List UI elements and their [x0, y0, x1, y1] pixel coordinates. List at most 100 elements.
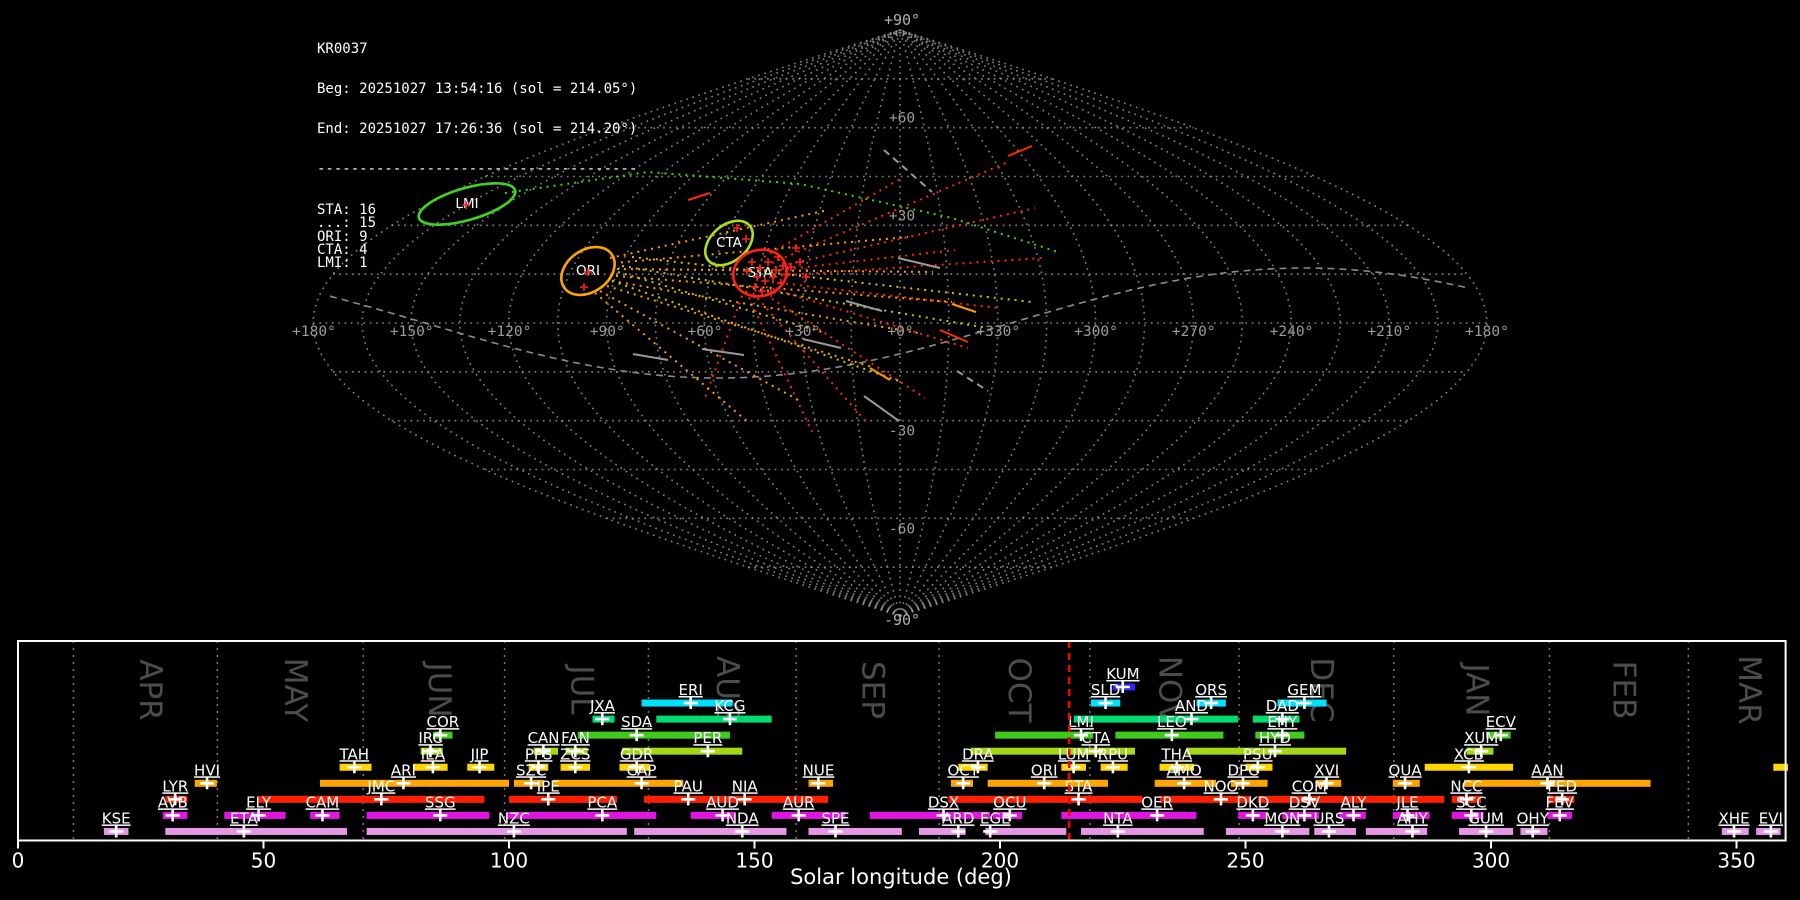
- meteor-plus: [783, 270, 791, 278]
- shower-label: ALY: [1341, 793, 1368, 811]
- shower-label: AHY: [1397, 809, 1429, 827]
- meteor-trail: [845, 300, 883, 312]
- observation-header: KR0037 Beg: 20251027 13:54:16 (sol = 214…: [317, 16, 637, 298]
- shower-label: PER: [693, 729, 722, 747]
- tick-label: 0: [12, 849, 25, 873]
- shower-label: OHY: [1517, 809, 1550, 827]
- shower-label: NZC: [498, 809, 530, 827]
- month-label: APR: [132, 659, 168, 720]
- shower-label: LUM: [1058, 745, 1090, 763]
- shower-label: NTA: [1103, 809, 1133, 827]
- radiant-label: CTA: [716, 235, 743, 251]
- begin-time-line: Beg: 20251027 13:54:16 (sol = 214.05°): [317, 81, 638, 98]
- shower-counts: STA: 16...: 15 ORI: 9 CTA: 4 LMI: 1: [317, 202, 637, 272]
- shower-label: NDA: [726, 809, 760, 827]
- shower-label: SSG: [425, 793, 456, 811]
- meteor-plus: [751, 283, 759, 291]
- meridian-line: [899, 29, 1244, 617]
- lon-label: +240°: [1270, 324, 1314, 340]
- meridian-line: [703, 29, 901, 617]
- shower-bar-nta: [1081, 827, 1204, 835]
- shower-label: SLD: [1091, 681, 1120, 699]
- pole-top-label: +90°: [884, 11, 920, 29]
- end-time-line: End: 20251027 17:26:36 (sol = 214.20°): [317, 121, 638, 138]
- meteor-trail: [704, 295, 743, 399]
- shower-label: OER: [1141, 793, 1173, 811]
- meteor-trail: [863, 395, 900, 422]
- shower-label: XCB: [1454, 745, 1484, 763]
- lat-label: -60: [889, 521, 915, 537]
- shower-bar-and: [1073, 715, 1239, 723]
- meteor-trail: [951, 303, 977, 313]
- meteor-trail: [883, 149, 933, 193]
- shower-label: PCA: [587, 793, 618, 811]
- shower-label: JMC: [366, 777, 395, 795]
- meteor-trail: [763, 177, 903, 258]
- tick-label: 100: [490, 849, 528, 873]
- meteor-trail: [1007, 145, 1033, 157]
- tick-label: 50: [251, 849, 276, 873]
- month-label: SEP: [854, 661, 890, 719]
- lon-label: +0°: [887, 324, 913, 340]
- pole-bottom-label: -90°: [884, 611, 920, 629]
- count-line: LMI: 1: [317, 255, 368, 272]
- lat-label: -30: [889, 424, 915, 440]
- shower-label: HVI: [194, 761, 220, 779]
- meridian-line: [899, 29, 1439, 617]
- meridian-line: [899, 29, 1097, 617]
- meteor-radiant-report: KR0037 Beg: 20251027 13:54:16 (sol = 214…: [0, 0, 1800, 900]
- shower-label: XHE: [1719, 809, 1750, 827]
- shower-label: URS: [1314, 809, 1345, 827]
- shower-bar-nda: [634, 827, 787, 835]
- month-label: MAY: [277, 658, 313, 723]
- meteor-trail: [771, 281, 999, 309]
- lon-label: +330°: [976, 324, 1020, 340]
- month-label: JUN: [421, 660, 457, 717]
- shower-bar-nzc: [366, 827, 627, 835]
- shower-bar-cap: [553, 779, 684, 787]
- shower-label: CAP: [627, 761, 657, 779]
- meteor-trail: [779, 249, 956, 271]
- meteor-trail: [611, 280, 919, 334]
- shower-bar-kcg: [656, 715, 772, 723]
- meteor-trail: [745, 290, 813, 433]
- shower-label: OCT: [947, 761, 979, 779]
- shower-label: IPE: [537, 777, 560, 795]
- lat-label: +60: [889, 111, 915, 127]
- lon-label: +60°: [688, 324, 723, 340]
- shower-label: ARD: [942, 809, 974, 827]
- shower-label: GUM: [1468, 809, 1504, 827]
- shower-label: EGE: [980, 809, 1011, 827]
- month-label: OCT: [1001, 658, 1037, 724]
- shower-label: SDA: [621, 713, 653, 731]
- meteor-trail: [956, 370, 989, 392]
- lon-label: +300°: [1074, 324, 1118, 340]
- shower-label: NUE: [803, 761, 835, 779]
- meteor-trail: [632, 353, 669, 361]
- lon-label: +150°: [390, 324, 434, 340]
- shower-label: JXA: [589, 697, 616, 715]
- shower-label: ORI: [1031, 761, 1058, 779]
- shower-label: KCG: [714, 697, 745, 715]
- separator-line: --------------------------------------: [317, 161, 638, 178]
- shower-label: AUR: [783, 793, 815, 811]
- x-axis-title: Solar longitude (deg): [790, 865, 1012, 889]
- lon-label: +90°: [590, 324, 625, 340]
- shower-bar-spe: [808, 827, 902, 835]
- shower-label: ERI: [679, 681, 703, 699]
- shower-label: LEO: [1157, 713, 1187, 731]
- shower-label: PAU: [674, 777, 703, 795]
- month-label: JAN: [1458, 662, 1494, 717]
- shower-label: KSE: [102, 809, 131, 827]
- activity-timeline: APR MAY JUN JUL AUG SEP OCT NOV DEC JAN FEB MARKUME…: [12, 640, 1789, 889]
- tick-label: 250: [1226, 849, 1264, 873]
- lat-label: +30: [889, 208, 915, 224]
- shower-label: NOO: [1204, 777, 1239, 795]
- station-id: KR0037: [317, 40, 368, 57]
- shower-label: EVI: [1759, 809, 1783, 827]
- meteor-plus: [758, 287, 766, 295]
- lon-label: +270°: [1172, 324, 1216, 340]
- shower-label: JIP: [470, 745, 489, 763]
- tick-label: 150: [735, 849, 773, 873]
- shower-label: QUA: [1389, 761, 1423, 779]
